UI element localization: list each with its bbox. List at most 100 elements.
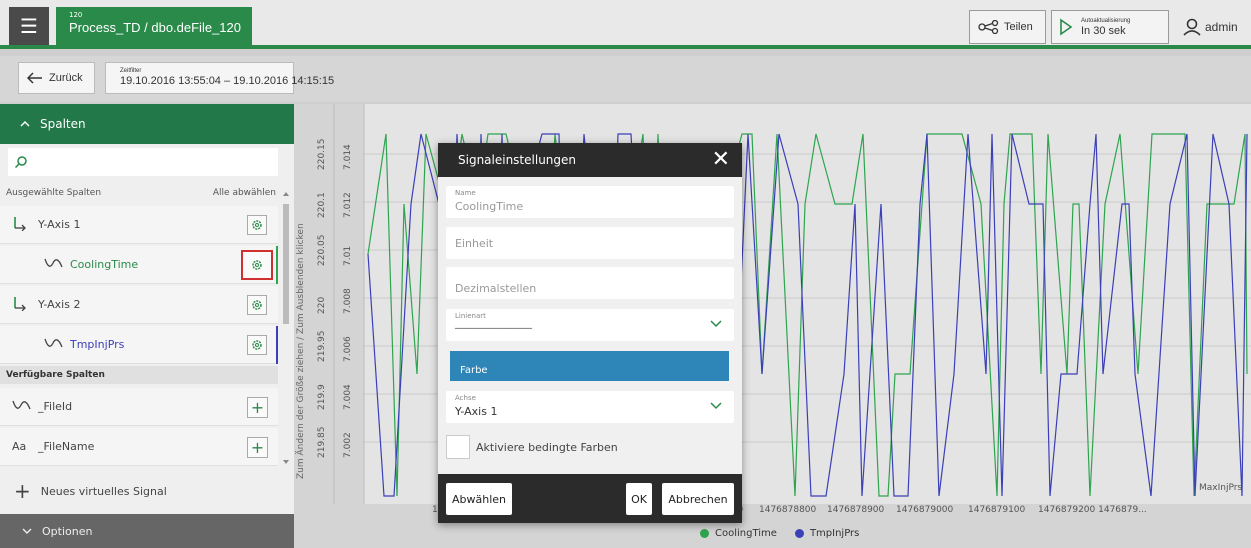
gear-icon[interactable] [241, 250, 273, 280]
x-axis-tick: 1476879200 1476879... [1038, 505, 1147, 515]
chevron-down-icon [710, 402, 722, 410]
linetype-value: ______________ [455, 316, 532, 329]
add-column-button[interactable]: + [247, 437, 268, 458]
y-axis-1-tick: 7.002 [343, 432, 353, 458]
dialog-footer: Abwählen OK Abbrechen [438, 474, 742, 523]
y-axis-2-tick: 220.15 [317, 139, 327, 171]
x-axis-tick: 1476879100 [968, 505, 1026, 515]
signal-row-label: CoolingTime [70, 258, 139, 271]
y-axis-1-tick: 7.008 [343, 288, 353, 314]
auto-refresh-value: In 30 sek [1081, 24, 1126, 37]
y-axis-2-tick: 219.95 [317, 331, 327, 363]
column-search-input[interactable] [8, 148, 278, 176]
auto-refresh-caption: Autoaktualisierung [1081, 17, 1131, 24]
axis-row-2[interactable]: Y-Axis 2 [0, 286, 278, 324]
legend-dot-coolingtime [700, 529, 709, 538]
signal-wave-icon [44, 255, 64, 274]
tab-title: Process_TD / dbo.deFile_120 [69, 20, 241, 35]
new-virtual-signal-button[interactable]: + Neues virtuelles Signal [0, 472, 294, 510]
resize-hint[interactable]: Zum Ändern der Größe ziehen / Zum Ausble… [296, 223, 306, 479]
columns-section-header[interactable]: Spalten [0, 104, 294, 144]
header-accent-line [0, 45, 1251, 49]
dialog-header: Signaleinstellungen ✕ [438, 143, 742, 177]
y-axis-1-tick: 7.014 [343, 144, 353, 170]
y-axis-1-tick: 7.006 [343, 336, 353, 362]
conditional-colors-checkbox[interactable] [446, 435, 470, 459]
top-bar: ☰ 120 Process_TD / dbo.deFile_120 Teilen… [0, 0, 1251, 48]
plus-icon: + [14, 479, 31, 503]
linetype-select[interactable]: Linienart ______________ [446, 309, 734, 341]
back-button[interactable]: Zurück [18, 62, 95, 94]
filter-caption: Zeitfilter [120, 68, 142, 74]
available-columns-header: Verfügbare Spalten [0, 366, 278, 384]
unit-field-placeholder: Einheit [455, 237, 494, 250]
share-icon [978, 20, 999, 34]
color-field[interactable]: Farbe [450, 351, 729, 381]
share-button[interactable]: Teilen [969, 10, 1046, 44]
columns-section-title: Spalten [40, 117, 86, 131]
name-field-label: Name [455, 189, 476, 197]
available-row-label: _FileName [38, 440, 95, 453]
ok-button[interactable]: OK [626, 483, 652, 515]
auto-refresh-button[interactable]: Autoaktualisierung In 30 sek [1051, 10, 1169, 44]
new-virtual-signal-label: Neues virtuelles Signal [40, 484, 167, 498]
tab-number: 120 [69, 11, 83, 19]
y-axis-1-tick: 7.01 [343, 246, 353, 266]
series-color-bar [276, 246, 278, 284]
time-filter[interactable]: Zeitfilter 19.10.2016 13:55:04 – 19.10.2… [105, 62, 334, 94]
user-label: admin [1205, 20, 1238, 34]
panel-scrollbar[interactable] [279, 188, 293, 468]
y-axis-2-tick: 220 [317, 297, 327, 314]
columns-panel: Spalten Ausgewählte Spalten Alle abwähle… [0, 104, 294, 548]
x-axis-label: MaxInjPrs [1199, 483, 1242, 493]
chevron-up-icon [20, 121, 30, 127]
legend-label-coolingtime: CoolingTime [715, 528, 777, 539]
text-type-icon: Aa [12, 440, 27, 453]
decimals-field[interactable]: Dezimalstellen [446, 267, 734, 299]
chevron-down-icon [22, 528, 32, 534]
close-icon[interactable]: ✕ [712, 147, 730, 172]
hamburger-icon[interactable]: ☰ [9, 7, 49, 45]
y-axis-2-tick: 219.85 [317, 427, 327, 459]
cancel-button[interactable]: Abbrechen [662, 483, 734, 515]
axis-row-label: Y-Axis 2 [38, 298, 81, 311]
name-field-value: CoolingTime [455, 200, 524, 213]
available-row-filename[interactable]: Aa _FileName + [0, 428, 278, 466]
signal-wave-icon [12, 397, 32, 416]
available-row-fileid[interactable]: _FileId + [0, 388, 278, 426]
signal-row-tmpinjprs[interactable]: TmpInjPrs [0, 326, 278, 364]
axis-icon [12, 215, 32, 234]
deselect-all-link[interactable]: Alle abwählen [213, 188, 276, 198]
filter-value: 19.10.2016 13:55:04 – 19.10.2016 14:15:1… [120, 75, 335, 87]
search-icon [14, 156, 27, 169]
user-menu[interactable]: admin [1182, 18, 1238, 36]
available-row-label: _FileId [38, 400, 73, 413]
gear-icon[interactable] [247, 295, 267, 315]
options-section-header[interactable]: Optionen [0, 514, 294, 548]
x-axis-tick: 1476879000 [896, 505, 954, 515]
axis-row-label: Y-Axis 1 [38, 218, 81, 231]
legend-dot-tmpinjprs [794, 529, 804, 538]
signal-wave-icon [44, 335, 64, 354]
chevron-down-icon [710, 320, 722, 328]
axis-row-1[interactable]: Y-Axis 1 [0, 206, 278, 244]
unit-field[interactable]: Einheit [446, 227, 734, 259]
decimals-field-placeholder: Dezimalstellen [455, 282, 537, 295]
deselect-button[interactable]: Abwählen [446, 483, 512, 515]
name-field[interactable]: Name CoolingTime [446, 186, 734, 218]
y-axis-1-tick: 7.012 [343, 192, 353, 218]
title-tab[interactable]: 120 Process_TD / dbo.deFile_120 [56, 7, 252, 45]
y-axis-2-tick: 219.9 [317, 384, 327, 410]
chart-legend: CoolingTime TmpInjPrs [700, 528, 859, 539]
share-label: Teilen [1004, 21, 1033, 33]
gear-icon[interactable] [247, 215, 267, 235]
conditional-colors-label: Aktiviere bedingte Farben [476, 441, 618, 454]
arrow-left-icon [27, 72, 42, 84]
selected-columns-header: Ausgewählte Spalten Alle abwählen [6, 188, 276, 198]
signal-row-coolingtime[interactable]: CoolingTime [0, 246, 278, 284]
gear-icon[interactable] [247, 335, 267, 355]
add-column-button[interactable]: + [247, 397, 268, 418]
options-label: Optionen [42, 524, 93, 538]
axis-select[interactable]: Achse Y-Axis 1 [446, 391, 734, 423]
axis-icon [12, 295, 32, 314]
